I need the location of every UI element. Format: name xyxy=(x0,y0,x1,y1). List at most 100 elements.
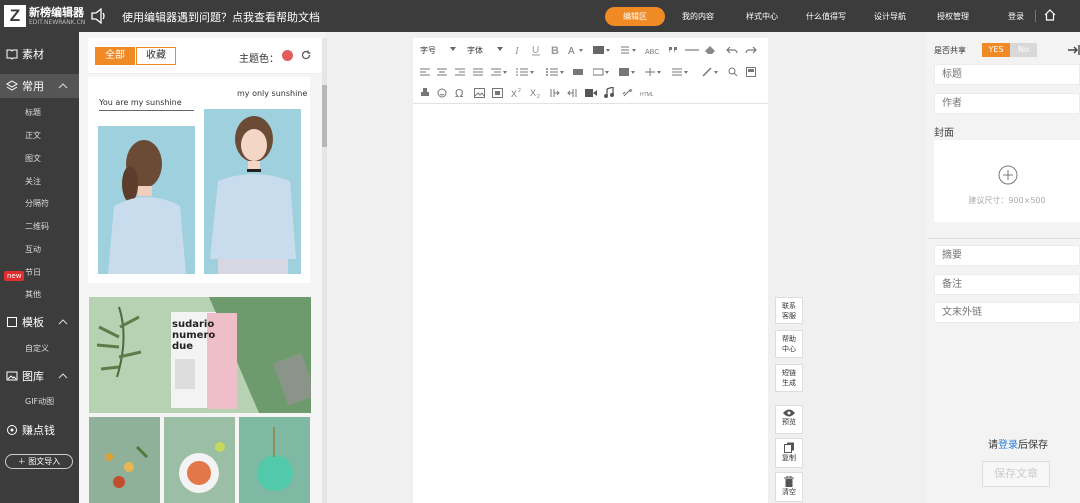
author-input[interactable] xyxy=(934,93,1080,114)
logo-icon[interactable]: Z xyxy=(4,5,26,27)
quote-icon[interactable] xyxy=(668,46,678,54)
stamp-icon[interactable] xyxy=(420,88,430,98)
plus-circle-icon[interactable] xyxy=(998,165,1018,185)
import-article-button[interactable]: ＋ 图文导入 xyxy=(5,454,73,469)
nav-divider xyxy=(1035,10,1036,22)
svg-text:2: 2 xyxy=(537,94,540,98)
short-link-button[interactable]: 短链 生成 xyxy=(775,364,803,392)
paragraph-spacing-icon[interactable] xyxy=(573,67,585,77)
font-family-select[interactable]: 字体 xyxy=(467,45,483,56)
ltr-icon[interactable] xyxy=(549,88,560,98)
multi-image-icon[interactable] xyxy=(492,88,503,98)
letter-spacing-icon[interactable] xyxy=(619,67,637,77)
help-notice-link[interactable]: 使用编辑器遇到问题？点我查看帮助文档 xyxy=(122,9,320,25)
rtl-icon[interactable] xyxy=(567,88,578,98)
sidebar-subitem-holiday[interactable]: 节日 xyxy=(25,267,41,278)
indent-icon[interactable] xyxy=(491,68,509,77)
video-icon[interactable] xyxy=(585,88,597,98)
sidebar-subitem-other[interactable]: 其他 xyxy=(25,289,41,300)
nav-my-content[interactable]: 我的内容 xyxy=(682,11,714,22)
align-left-icon[interactable] xyxy=(420,68,430,77)
row-spacing-icon[interactable] xyxy=(593,67,611,77)
sidebar-subitem-body[interactable]: 正文 xyxy=(25,130,41,141)
clear-button[interactable]: 清空 xyxy=(775,472,803,502)
refresh-icon[interactable] xyxy=(300,49,312,61)
sidebar-item-gallery[interactable]: 图库 xyxy=(0,364,79,388)
food-photo-2[interactable] xyxy=(164,417,235,503)
contact-service-button[interactable]: 联系 客服 xyxy=(775,297,803,324)
superscript-icon[interactable]: X2 xyxy=(511,87,523,98)
format-icon[interactable] xyxy=(645,67,663,77)
subscript-icon[interactable]: X2 xyxy=(530,87,542,98)
sidebar-subitem-follow[interactable]: 关注 xyxy=(25,176,41,187)
theme-color-swatch[interactable] xyxy=(282,50,293,61)
ordered-list-icon[interactable] xyxy=(516,68,536,77)
summary-input[interactable] xyxy=(934,245,1080,266)
save-article-button[interactable]: 保存文章 xyxy=(982,461,1050,487)
copy-button[interactable]: 复制 xyxy=(775,438,803,468)
font-color-icon[interactable]: A xyxy=(568,45,584,55)
align-center-icon[interactable] xyxy=(437,68,447,77)
magic-wand-icon[interactable] xyxy=(702,67,720,77)
paragraph-format-icon[interactable] xyxy=(672,67,690,77)
sidebar-subitem-gif[interactable]: GIF动图 xyxy=(25,396,54,407)
link-icon[interactable] xyxy=(622,88,633,98)
horizontal-rule-icon[interactable] xyxy=(685,49,699,51)
insert-image-icon[interactable] xyxy=(474,88,485,98)
note-input[interactable] xyxy=(934,274,1080,295)
food-photo-3[interactable] xyxy=(239,417,310,503)
background-color-icon[interactable] xyxy=(593,45,611,55)
sidebar-subitem-image-text[interactable]: 图文 xyxy=(25,153,41,164)
collapse-panel-icon[interactable] xyxy=(1068,42,1080,58)
share-yes-toggle[interactable]: YES xyxy=(982,43,1010,57)
nav-style-center[interactable]: 样式中心 xyxy=(746,11,778,22)
nav-login[interactable]: 登录 xyxy=(1008,11,1024,22)
tab-all[interactable]: 全部 xyxy=(95,47,135,65)
underline-icon[interactable]: U xyxy=(531,44,541,56)
sidebar-item-template[interactable]: 模板 xyxy=(0,310,79,334)
template-card-sudario[interactable] xyxy=(89,297,311,413)
login-link[interactable]: 登录 xyxy=(998,440,1018,451)
redo-icon[interactable] xyxy=(745,45,757,55)
tab-favorites[interactable]: 收藏 xyxy=(136,47,176,65)
nav-editor[interactable]: 编辑区 xyxy=(605,7,665,26)
sidebar-subitem-interact[interactable]: 互动 xyxy=(25,244,41,255)
food-photo-1[interactable] xyxy=(89,417,160,503)
zoom-icon[interactable] xyxy=(728,67,738,77)
eraser-icon[interactable] xyxy=(704,45,716,55)
panel-divider xyxy=(928,238,1080,239)
home-icon[interactable] xyxy=(1043,8,1057,22)
help-center-button[interactable]: 帮助 中心 xyxy=(775,330,803,358)
title-input[interactable] xyxy=(934,64,1080,85)
editor-content-area[interactable] xyxy=(413,104,768,503)
bold-icon[interactable]: B xyxy=(550,44,560,56)
external-link-input[interactable] xyxy=(934,302,1080,323)
top-bar: Z 新榜编辑器 EDIT.NEWRANK.CN 使用编辑器遇到问题？点我查看帮助… xyxy=(0,0,1080,32)
line-height-icon[interactable] xyxy=(620,45,638,55)
sidebar-item-common[interactable]: 常用 xyxy=(0,74,79,98)
sidebar-subitem-title[interactable]: 标题 xyxy=(25,107,41,118)
undo-icon[interactable] xyxy=(726,45,738,55)
sidebar-subitem-custom[interactable]: 自定义 xyxy=(25,343,49,354)
omega-icon[interactable]: Ω xyxy=(455,87,465,98)
sidebar-subitem-separator[interactable]: 分隔符 xyxy=(25,198,49,209)
emoji-icon[interactable] xyxy=(437,88,447,98)
template-insert-icon[interactable] xyxy=(746,67,756,77)
preview-button[interactable]: 预览 xyxy=(775,405,803,434)
italic-icon[interactable]: I xyxy=(513,44,523,56)
abc-icon[interactable]: ABC xyxy=(645,47,661,55)
font-size-select[interactable]: 字号 xyxy=(420,45,436,56)
align-justify-icon[interactable] xyxy=(473,68,483,77)
align-right-icon[interactable] xyxy=(455,68,465,77)
nav-worth-writing[interactable]: 什么值得写 xyxy=(806,11,846,22)
nav-design-guide[interactable]: 设计导航 xyxy=(874,11,906,22)
nav-auth-manage[interactable]: 授权管理 xyxy=(937,11,969,22)
sidebar-subitem-qrcode[interactable]: 二维码 xyxy=(25,221,49,232)
unordered-list-icon[interactable] xyxy=(546,68,566,77)
sidebar-item-material[interactable]: 素材 xyxy=(0,42,79,66)
share-no-toggle[interactable]: No xyxy=(1010,43,1037,57)
music-icon[interactable] xyxy=(604,87,614,98)
sidebar-item-earn[interactable]: 赚点钱 xyxy=(0,418,79,442)
html-source-icon[interactable]: HTML xyxy=(640,90,656,96)
material-scroll-thumb[interactable] xyxy=(322,85,327,147)
